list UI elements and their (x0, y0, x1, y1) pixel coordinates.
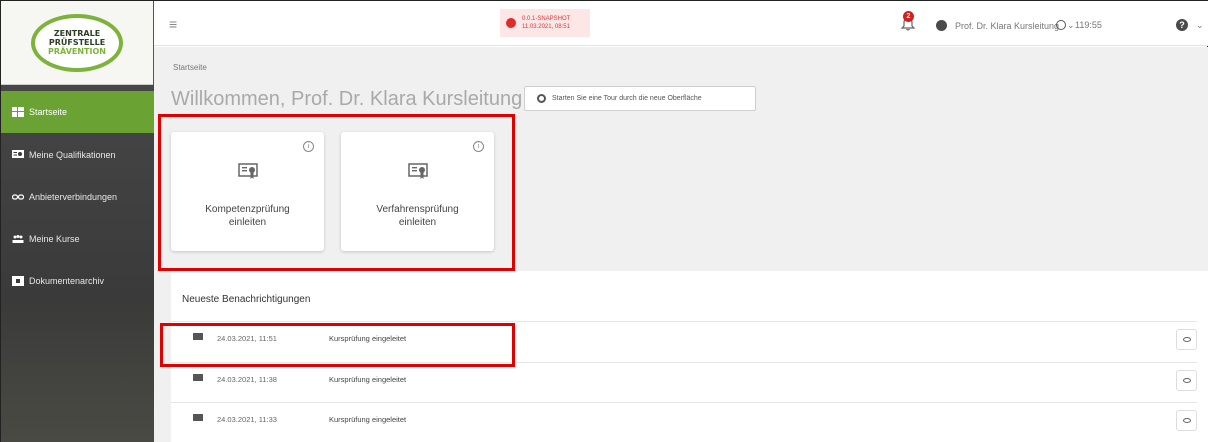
archive-icon (12, 276, 24, 286)
sidebar: ZENTRALE PRÜFSTELLE PRÄVENTION Startseit… (1, 1, 154, 442)
highlight-box-notification (160, 323, 515, 367)
session-timer-value: 119:55 (1075, 20, 1102, 30)
tour-icon (537, 94, 546, 103)
snapshot-date: 11.03.2021, 08:51 (522, 24, 570, 30)
sidebar-item-qualifikationen[interactable]: Meine Qualifikationen (1, 135, 154, 175)
notification-message: Kursprüfung eingeleitet (329, 375, 407, 384)
user-account-icon (936, 20, 947, 31)
view-button[interactable] (1176, 370, 1197, 391)
notification-date: 24.03.2021, 11:33 (217, 415, 277, 424)
page-title: Willkommen, Prof. Dr. Klara Kursleitung! (171, 88, 528, 110)
sidebar-item-label: Anbieterverbindungen (29, 192, 118, 202)
notification-row[interactable]: 24.03.2021, 11:33 Kursprüfung eingeleite… (171, 402, 1197, 438)
dashboard-icon (12, 107, 24, 117)
view-button[interactable] (1176, 329, 1197, 350)
qualification-icon (12, 150, 24, 160)
notification-date: 24.03.2021, 11:38 (217, 375, 277, 384)
sidebar-item-label: Dokumentenarchiv (29, 276, 105, 286)
logo-area[interactable]: ZENTRALE PRÜFSTELLE PRÄVENTION (1, 1, 153, 85)
link-icon (12, 192, 24, 202)
user-menu[interactable]: Prof. Dr. Klara Kursleitung ⌄ (936, 20, 1075, 31)
sidebar-item-label: Startseite (29, 107, 68, 117)
group-icon (12, 234, 24, 244)
notification-row[interactable]: 24.03.2021, 11:38 Kursprüfung eingeleite… (171, 362, 1197, 398)
sidebar-item-dokumentenarchiv[interactable]: Dokumentenarchiv (1, 261, 154, 301)
eye-icon (1182, 337, 1191, 342)
help-icon[interactable]: ? (1176, 19, 1188, 31)
snapshot-badge: 0.0.1-SNAPSHOT 11.03.2021, 08:51 (500, 9, 590, 37)
snapshot-version: 0.0.1-SNAPSHOT (522, 16, 571, 22)
notifications-title: Neueste Benachrichtigungen (182, 294, 311, 305)
sidebar-item-label: Meine Kurse (29, 234, 80, 244)
start-tour-button[interactable]: Starten Sie eine Tour durch die neue Obe… (524, 86, 756, 111)
start-tour-label: Starten Sie eine Tour durch die neue Obe… (552, 95, 702, 102)
user-name: Prof. Dr. Klara Kursleitung (955, 20, 1060, 31)
sidebar-item-meine-kurse[interactable]: Meine Kurse (1, 219, 154, 259)
logo-line-3: PRÄVENTION (48, 47, 106, 56)
logo-line-1: ZENTRALE (53, 29, 101, 38)
sidebar-item-label: Meine Qualifikationen (29, 150, 116, 160)
notification-count-badge: 2 (903, 11, 914, 22)
eye-icon (1182, 378, 1191, 383)
notification-message: Kursprüfung eingeleitet (329, 415, 407, 424)
highlight-box-cards (158, 114, 515, 271)
sidebar-item-startseite[interactable]: Startseite (1, 91, 154, 133)
session-timer: 119:55 (1056, 20, 1102, 30)
timer-icon (1056, 20, 1066, 30)
breadcrumb[interactable]: Startseite (173, 63, 207, 72)
logo-line-2: PRÜFSTELLE (48, 38, 106, 47)
eye-icon (1182, 418, 1191, 423)
sidebar-nav: Startseite Meine Qualifikationen Anbiete… (1, 91, 154, 303)
sidebar-item-anbieterverbindungen[interactable]: Anbieterverbindungen (1, 177, 154, 217)
warning-icon (506, 18, 516, 28)
view-button[interactable] (1176, 410, 1197, 431)
top-bar: ≡ 0.0.1-SNAPSHOT 11.03.2021, 08:51 2 Pro… (154, 1, 1208, 46)
envelope-icon (193, 374, 203, 381)
logo[interactable]: ZENTRALE PRÜFSTELLE PRÄVENTION (31, 13, 123, 72)
envelope-icon (193, 414, 203, 421)
chevron-down-icon[interactable]: ⌄ (1196, 20, 1204, 31)
notifications-button[interactable]: 2 (900, 11, 916, 31)
menu-icon[interactable]: ≡ (169, 16, 177, 32)
